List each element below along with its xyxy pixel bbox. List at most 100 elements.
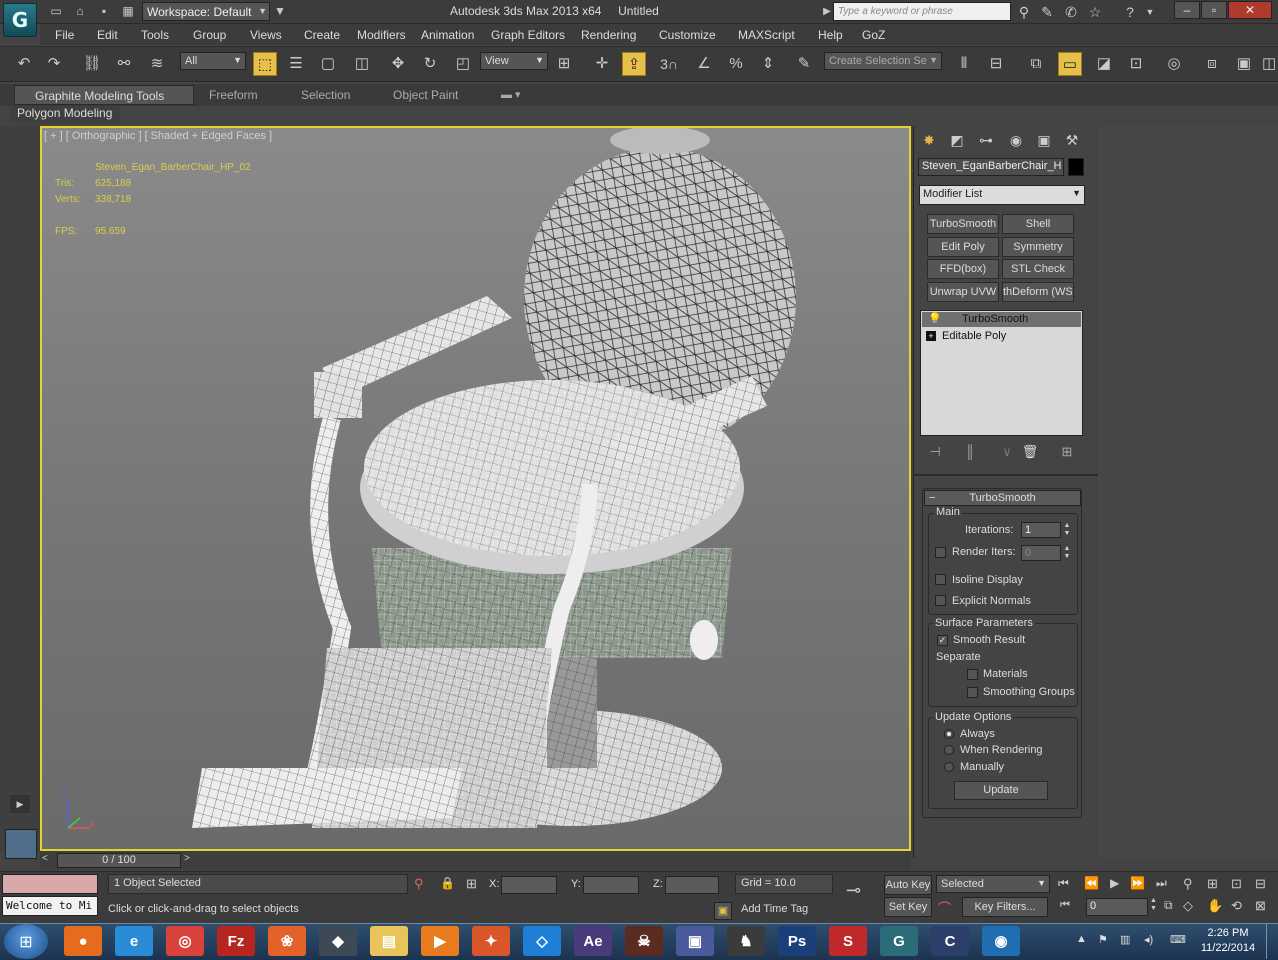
render-production-icon[interactable]: ◫ [1262,52,1276,76]
explicit-normals-checkbox[interactable] [935,595,946,606]
menu-customize[interactable]: Customize [659,28,716,42]
favorites-star-icon[interactable]: ☆ [1086,3,1104,21]
pan-view-icon[interactable]: ✋ [1207,898,1223,914]
menu-modifiers[interactable]: Modifiers [357,28,406,42]
play-icon[interactable]: ▶ [1110,876,1119,890]
select-object-icon[interactable]: ⬚ [253,52,277,76]
menu-graph-editors[interactable]: Graph Editors [491,28,565,42]
edit-named-selection-icon[interactable]: ✎ [792,52,816,76]
graphite-ribbon-toggle-icon[interactable]: ▭ [1058,52,1082,76]
set-key-button[interactable]: Set Key [884,897,932,917]
time-configuration-icon[interactable]: ⧉ [1164,898,1173,913]
update-button[interactable]: Update [954,781,1048,800]
always-radio[interactable] [944,729,954,739]
angle-snap-icon[interactable]: ∠ [692,52,716,76]
ffd-box-button[interactable]: FFD(box) [927,259,999,279]
help-dropdown-icon[interactable]: ▼ [1141,3,1159,21]
taskbar-photoshop-icon[interactable]: Ps [778,926,816,956]
select-and-scale-icon[interactable]: ◰ [451,52,475,76]
align-icon[interactable]: ⊟ [984,52,1008,76]
curve-editor-icon[interactable]: ◪ [1092,52,1116,76]
action-center-icon[interactable]: ⚑ [1098,933,1108,946]
menu-group[interactable]: Group [193,28,226,42]
menu-animation[interactable]: Animation [421,28,474,42]
spinner-arrows-icon[interactable]: ▲ ▼ [1150,897,1157,913]
create-tab-icon[interactable]: ✸ [918,130,940,150]
menu-rendering[interactable]: Rendering [581,28,636,42]
taskbar-after-effects-icon[interactable]: Ae [574,926,612,956]
customize-quick-access-icon[interactable]: ▼ [272,4,288,19]
symmetry-button[interactable]: Symmetry [1002,237,1074,257]
pin-stack-icon[interactable]: ⊣ [925,444,945,462]
material-editor-icon[interactable]: ◎ [1162,52,1186,76]
next-frame-icon[interactable]: ⏩ [1130,876,1145,890]
menu-views[interactable]: Views [250,28,282,42]
key-mode-toggle-icon[interactable]: ⏮ [1060,899,1070,912]
percent-snap-icon[interactable]: % [724,52,748,76]
unlink-icon[interactable]: ⚯ [112,52,136,76]
time-slider-thumb[interactable]: 0 / 100 [57,853,181,868]
object-name-field[interactable]: Steven_EganBarberChair_H [918,158,1064,176]
hierarchy-tab-icon[interactable]: ⊶ [975,130,997,150]
minimize-button[interactable]: – [1174,1,1200,19]
maximize-viewport-icon[interactable]: ⊠ [1255,898,1266,914]
rollout-header[interactable]: − TurboSmooth [924,490,1081,506]
taskbar-unity-icon[interactable]: ◆ [319,926,357,956]
manipulate-icon[interactable]: ✛ [590,52,614,76]
z-coordinate-field[interactable] [665,876,719,894]
project-folder-icon[interactable]: ▦ [120,4,136,19]
ribbon-options-icon[interactable]: ▬ ▾ [501,85,521,105]
spinner-arrows-icon[interactable]: ▲ ▼ [1062,545,1072,561]
time-next-icon[interactable]: > [184,853,190,864]
modify-tab-icon[interactable]: ◩ [946,130,968,150]
zoom-extents-icon[interactable]: ⊡ [1231,876,1242,892]
network-icon[interactable]: ▥ [1120,933,1130,946]
help-icon[interactable]: ? [1121,3,1139,21]
subscription-icon[interactable]: ✎ [1038,3,1056,21]
viewport-label[interactable]: [ + ] [ Orthographic ] [ Shaded + Edged … [44,130,272,142]
mirror-icon[interactable]: ⫴ [952,52,976,76]
orbit-icon[interactable]: ⟲ [1231,898,1242,914]
taskbar-blender-icon[interactable]: ▣ [676,926,714,956]
key-filters-button[interactable]: Key Filters... [962,897,1048,917]
menu-file[interactable]: File [55,28,74,42]
menu-tools[interactable]: Tools [141,28,169,42]
stack-item-turbosmooth[interactable]: 💡 TurboSmooth [922,312,1081,327]
open-file-icon[interactable]: ⌂ [72,4,88,19]
key-icon[interactable]: ⊸ [846,880,861,901]
application-logo-button[interactable]: G [3,3,37,37]
save-icon[interactable]: ▪ [96,4,112,19]
key-mode-dropdown[interactable]: Selected ▼ [936,875,1050,893]
binoculars-icon[interactable]: ⚲ [1015,3,1033,21]
zoom-extents-all-icon[interactable]: ⊟ [1255,876,1266,892]
configure-modifier-sets-icon[interactable]: ⊞ [1057,444,1077,462]
menu-maxscript[interactable]: MAXScript [738,28,795,42]
unwrap-uvw-button[interactable]: Unwrap UVW [927,282,999,302]
lock-selection-icon[interactable]: 🔒 [440,876,455,890]
undo-icon[interactable]: ↶ [12,52,36,76]
smooth-result-checkbox[interactable]: ✓ [937,635,948,646]
rectangular-selection-icon[interactable]: ▢ [316,52,340,76]
redo-icon[interactable]: ↷ [42,52,66,76]
menu-help[interactable]: Help [818,28,843,42]
current-frame-field[interactable]: 0 [1086,898,1148,916]
taskbar-chrome-icon[interactable]: ◎ [166,926,204,956]
time-tag-icon[interactable]: ▣ [714,902,732,920]
time-prev-icon[interactable]: < [42,853,48,864]
viewport-layout-tab[interactable] [5,829,37,859]
materials-checkbox[interactable] [967,669,978,680]
smoothing-groups-checkbox[interactable] [967,687,978,698]
object-color-swatch[interactable] [1068,158,1084,176]
taskbar-mirror-icon[interactable]: ❀ [268,926,306,956]
x-coordinate-field[interactable] [501,876,557,894]
select-and-rotate-icon[interactable]: ↻ [418,52,442,76]
y-coordinate-field[interactable] [583,876,639,894]
edit-poly-button[interactable]: Edit Poly [927,237,999,257]
isoline-display-checkbox[interactable] [935,574,946,585]
auto-key-button[interactable]: Auto Key [884,875,932,895]
reference-coordinate-dropdown[interactable]: View ▼ [480,52,548,70]
tab-object-paint[interactable]: Object Paint [393,85,458,105]
taskbar-firefox-icon[interactable]: ● [64,926,102,956]
collapse-icon[interactable]: − [929,491,935,505]
utilities-tab-icon[interactable]: ⚒ [1061,130,1083,150]
